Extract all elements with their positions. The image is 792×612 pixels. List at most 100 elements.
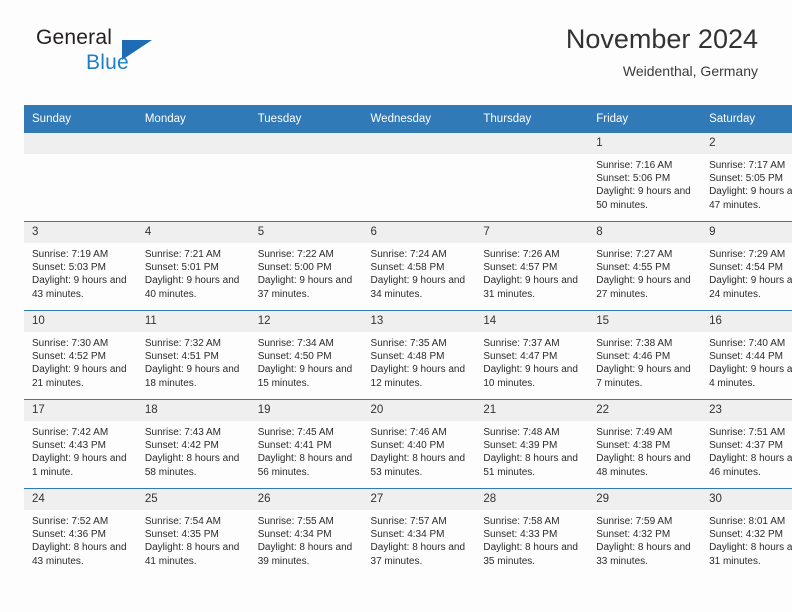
- sunrise-text: Sunrise: 7:40 AM: [709, 338, 786, 349]
- sunset-text: Sunset: 4:41 PM: [257, 440, 332, 452]
- sunrise-text: Sunrise: 7:58 AM: [483, 516, 560, 527]
- day-number: 19: [249, 400, 363, 421]
- calendar-day-cell[interactable]: 30 Sunrise: 8:01 AM Sunset: 4:32 PM Dayligh…: [701, 488, 792, 577]
- calendar-day-cell[interactable]: 9 Sunrise: 7:29 AM Sunset: 4:54 PM Daylight…: [701, 221, 792, 311]
- day-number: [249, 133, 363, 154]
- day-sun-info: Sunrise: 7:27 AM Sunset: 4:55 PM Daylight:…: [588, 243, 701, 301]
- weekday-header-row: Sunday Monday Tuesday Wednesday Thursday…: [24, 105, 792, 133]
- day-number: 22: [588, 400, 702, 421]
- calendar-day-cell[interactable]: 16 Sunrise: 7:40 AM Sunset: 4:44 PM Dayligh…: [701, 310, 792, 400]
- day-sun-info: Sunrise: 7:51 AM Sunset: 4:37 PM Daylight:…: [701, 421, 792, 479]
- sunset-text: Sunset: 4:33 PM: [483, 529, 558, 541]
- day-number: 9: [701, 222, 792, 243]
- weekday-header-friday: Friday: [588, 105, 702, 133]
- daylight-text: Daylight: 8 hours and 33 minutes.: [596, 542, 691, 567]
- day-sun-info: Sunrise: 7:24 AM Sunset: 4:58 PM Daylight:…: [363, 243, 476, 301]
- calendar-day-cell[interactable]: 21 Sunrise: 7:48 AM Sunset: 4:39 PM Dayligh…: [475, 399, 589, 489]
- calendar-week-row: 17 Sunrise: 7:42 AM Sunset: 4:43 PM Dayligh…: [24, 399, 792, 489]
- calendar-day-cell[interactable]: 2 Sunrise: 7:17 AM Sunset: 5:05 PM Daylight…: [701, 133, 792, 222]
- day-sun-info: Sunrise: 7:48 AM Sunset: 4:39 PM Daylight:…: [475, 421, 588, 479]
- day-sun-info: Sunrise: 7:52 AM Sunset: 4:36 PM Daylight:…: [24, 510, 137, 568]
- sunrise-text: Sunrise: 8:01 AM: [709, 516, 786, 527]
- calendar-day-cell[interactable]: 29 Sunrise: 7:59 AM Sunset: 4:32 PM Dayligh…: [588, 488, 702, 577]
- day-number: 6: [362, 222, 476, 243]
- calendar-day-cell[interactable]: 7 Sunrise: 7:26 AM Sunset: 4:57 PM Daylight…: [475, 221, 589, 311]
- sunrise-text: Sunrise: 7:32 AM: [144, 338, 221, 349]
- sunset-text: Sunset: 4:32 PM: [596, 529, 671, 541]
- calendar-day-cell[interactable]: 26 Sunrise: 7:55 AM Sunset: 4:34 PM Dayligh…: [249, 488, 363, 577]
- calendar-week-row: 3 Sunrise: 7:19 AM Sunset: 5:03 PM Daylight…: [24, 221, 792, 311]
- daylight-text: Daylight: 8 hours and 43 minutes.: [32, 542, 127, 567]
- weekday-header-wednesday: Wednesday: [362, 105, 476, 133]
- day-number: [136, 133, 250, 154]
- calendar-day-cell[interactable]: 4 Sunrise: 7:21 AM Sunset: 5:01 PM Daylight…: [136, 221, 250, 311]
- brand-logo[interactable]: General Blue: [24, 26, 254, 88]
- sunrise-text: Sunrise: 7:27 AM: [596, 249, 673, 260]
- weekday-header-monday: Monday: [136, 105, 250, 133]
- calendar-day-cell[interactable]: 23 Sunrise: 7:51 AM Sunset: 4:37 PM Dayligh…: [701, 399, 792, 489]
- sunrise-text: Sunrise: 7:34 AM: [257, 338, 334, 349]
- sunset-text: Sunset: 4:38 PM: [596, 440, 671, 452]
- day-sun-info: Sunrise: 7:58 AM Sunset: 4:33 PM Daylight:…: [475, 510, 588, 568]
- calendar-day-cell[interactable]: 17 Sunrise: 7:42 AM Sunset: 4:43 PM Dayligh…: [24, 399, 137, 489]
- day-sun-info: Sunrise: 7:19 AM Sunset: 5:03 PM Daylight:…: [24, 243, 137, 301]
- sunset-text: Sunset: 5:05 PM: [709, 173, 783, 185]
- day-sun-info: Sunrise: 7:42 AM Sunset: 4:43 PM Daylight:…: [24, 421, 137, 479]
- sunset-text: Sunset: 4:32 PM: [709, 529, 783, 541]
- day-number: [24, 133, 137, 154]
- calendar-week-row: 24 Sunrise: 7:52 AM Sunset: 4:36 PM Dayligh…: [24, 488, 792, 577]
- calendar-day-cell[interactable]: 22 Sunrise: 7:49 AM Sunset: 4:38 PM Dayligh…: [588, 399, 702, 489]
- daylight-text: Daylight: 8 hours and 56 minutes.: [257, 453, 353, 478]
- sunrise-text: Sunrise: 7:55 AM: [257, 516, 334, 527]
- calendar-day-cell[interactable]: 15 Sunrise: 7:38 AM Sunset: 4:46 PM Dayligh…: [588, 310, 702, 400]
- calendar-day-cell[interactable]: 8 Sunrise: 7:27 AM Sunset: 4:55 PM Daylight…: [588, 221, 702, 311]
- sunset-text: Sunset: 4:48 PM: [370, 351, 445, 363]
- day-sun-info: Sunrise: 7:29 AM Sunset: 4:54 PM Daylight:…: [701, 243, 792, 301]
- sunset-text: Sunset: 4:51 PM: [144, 351, 219, 363]
- page-header: General Blue November 2024 Weidenthal, G…: [24, 24, 758, 98]
- day-sun-info: Sunrise: 7:30 AM Sunset: 4:52 PM Daylight:…: [24, 332, 137, 390]
- calendar-body: 1 Sunrise: 7:16 AM Sunset: 5:06 PM Daylight…: [24, 133, 792, 577]
- calendar-day-cell[interactable]: 6 Sunrise: 7:24 AM Sunset: 4:58 PM Daylight…: [362, 221, 476, 311]
- day-sun-info: Sunrise: 7:35 AM Sunset: 4:48 PM Daylight:…: [363, 332, 476, 390]
- daylight-text: Daylight: 9 hours and 24 minutes.: [709, 275, 792, 300]
- sunset-text: Sunset: 4:40 PM: [370, 440, 445, 452]
- calendar-day-cell[interactable]: 27 Sunrise: 7:57 AM Sunset: 4:34 PM Dayligh…: [362, 488, 476, 577]
- calendar-day-cell[interactable]: 19 Sunrise: 7:45 AM Sunset: 4:41 PM Dayligh…: [249, 399, 363, 489]
- daylight-text: Daylight: 9 hours and 27 minutes.: [596, 275, 691, 300]
- sunrise-text: Sunrise: 7:59 AM: [596, 516, 673, 527]
- sunrise-text: Sunrise: 7:29 AM: [709, 249, 786, 260]
- calendar-day-cell[interactable]: 14 Sunrise: 7:37 AM Sunset: 4:47 PM Dayligh…: [475, 310, 589, 400]
- weekday-header-tuesday: Tuesday: [249, 105, 363, 133]
- day-sun-info: Sunrise: 7:38 AM Sunset: 4:46 PM Daylight:…: [588, 332, 701, 390]
- calendar-day-cell[interactable]: 5 Sunrise: 7:22 AM Sunset: 5:00 PM Daylight…: [249, 221, 363, 311]
- day-number: 23: [701, 400, 792, 421]
- calendar-day-cell[interactable]: 11 Sunrise: 7:32 AM Sunset: 4:51 PM Dayligh…: [136, 310, 250, 400]
- calendar-day-cell[interactable]: 12 Sunrise: 7:34 AM Sunset: 4:50 PM Dayligh…: [249, 310, 363, 400]
- calendar-day-cell[interactable]: 25 Sunrise: 7:54 AM Sunset: 4:35 PM Dayligh…: [136, 488, 250, 577]
- calendar-day-cell[interactable]: 28 Sunrise: 7:58 AM Sunset: 4:33 PM Dayligh…: [475, 488, 589, 577]
- day-sun-info: Sunrise: 7:55 AM Sunset: 4:34 PM Daylight:…: [250, 510, 363, 568]
- calendar-day-cell[interactable]: 3 Sunrise: 7:19 AM Sunset: 5:03 PM Daylight…: [24, 221, 137, 311]
- sunset-text: Sunset: 5:01 PM: [144, 262, 219, 274]
- calendar-day-cell[interactable]: 1 Sunrise: 7:16 AM Sunset: 5:06 PM Daylight…: [588, 133, 702, 222]
- sunset-text: Sunset: 4:35 PM: [144, 529, 219, 541]
- calendar-day-cell[interactable]: 18 Sunrise: 7:43 AM Sunset: 4:42 PM Dayligh…: [136, 399, 250, 489]
- day-sun-info: Sunrise: 7:59 AM Sunset: 4:32 PM Daylight:…: [588, 510, 701, 568]
- calendar-day-cell[interactable]: 10 Sunrise: 7:30 AM Sunset: 4:52 PM Dayligh…: [24, 310, 137, 400]
- weekday-header-thursday: Thursday: [475, 105, 589, 133]
- day-sun-info: Sunrise: 7:32 AM Sunset: 4:51 PM Daylight:…: [137, 332, 250, 390]
- weekday-header-saturday: Saturday: [701, 105, 792, 133]
- daylight-text: Daylight: 8 hours and 37 minutes.: [370, 542, 466, 567]
- daylight-text: Daylight: 9 hours and 10 minutes.: [483, 364, 578, 389]
- calendar-day-cell[interactable]: 13 Sunrise: 7:35 AM Sunset: 4:48 PM Dayligh…: [362, 310, 476, 400]
- calendar-day-cell-empty: [24, 133, 137, 222]
- calendar-day-cell[interactable]: 24 Sunrise: 7:52 AM Sunset: 4:36 PM Dayligh…: [24, 488, 137, 577]
- sunset-text: Sunset: 4:50 PM: [257, 351, 332, 363]
- brand-name-blue: Blue: [86, 51, 129, 74]
- calendar-week-row: 10 Sunrise: 7:30 AM Sunset: 4:52 PM Dayligh…: [24, 310, 792, 400]
- calendar-day-cell[interactable]: 20 Sunrise: 7:46 AM Sunset: 4:40 PM Dayligh…: [362, 399, 476, 489]
- daylight-text: Daylight: 9 hours and 1 minute.: [32, 453, 127, 478]
- daylight-text: Daylight: 9 hours and 40 minutes.: [144, 275, 240, 300]
- sunrise-text: Sunrise: 7:21 AM: [144, 249, 221, 260]
